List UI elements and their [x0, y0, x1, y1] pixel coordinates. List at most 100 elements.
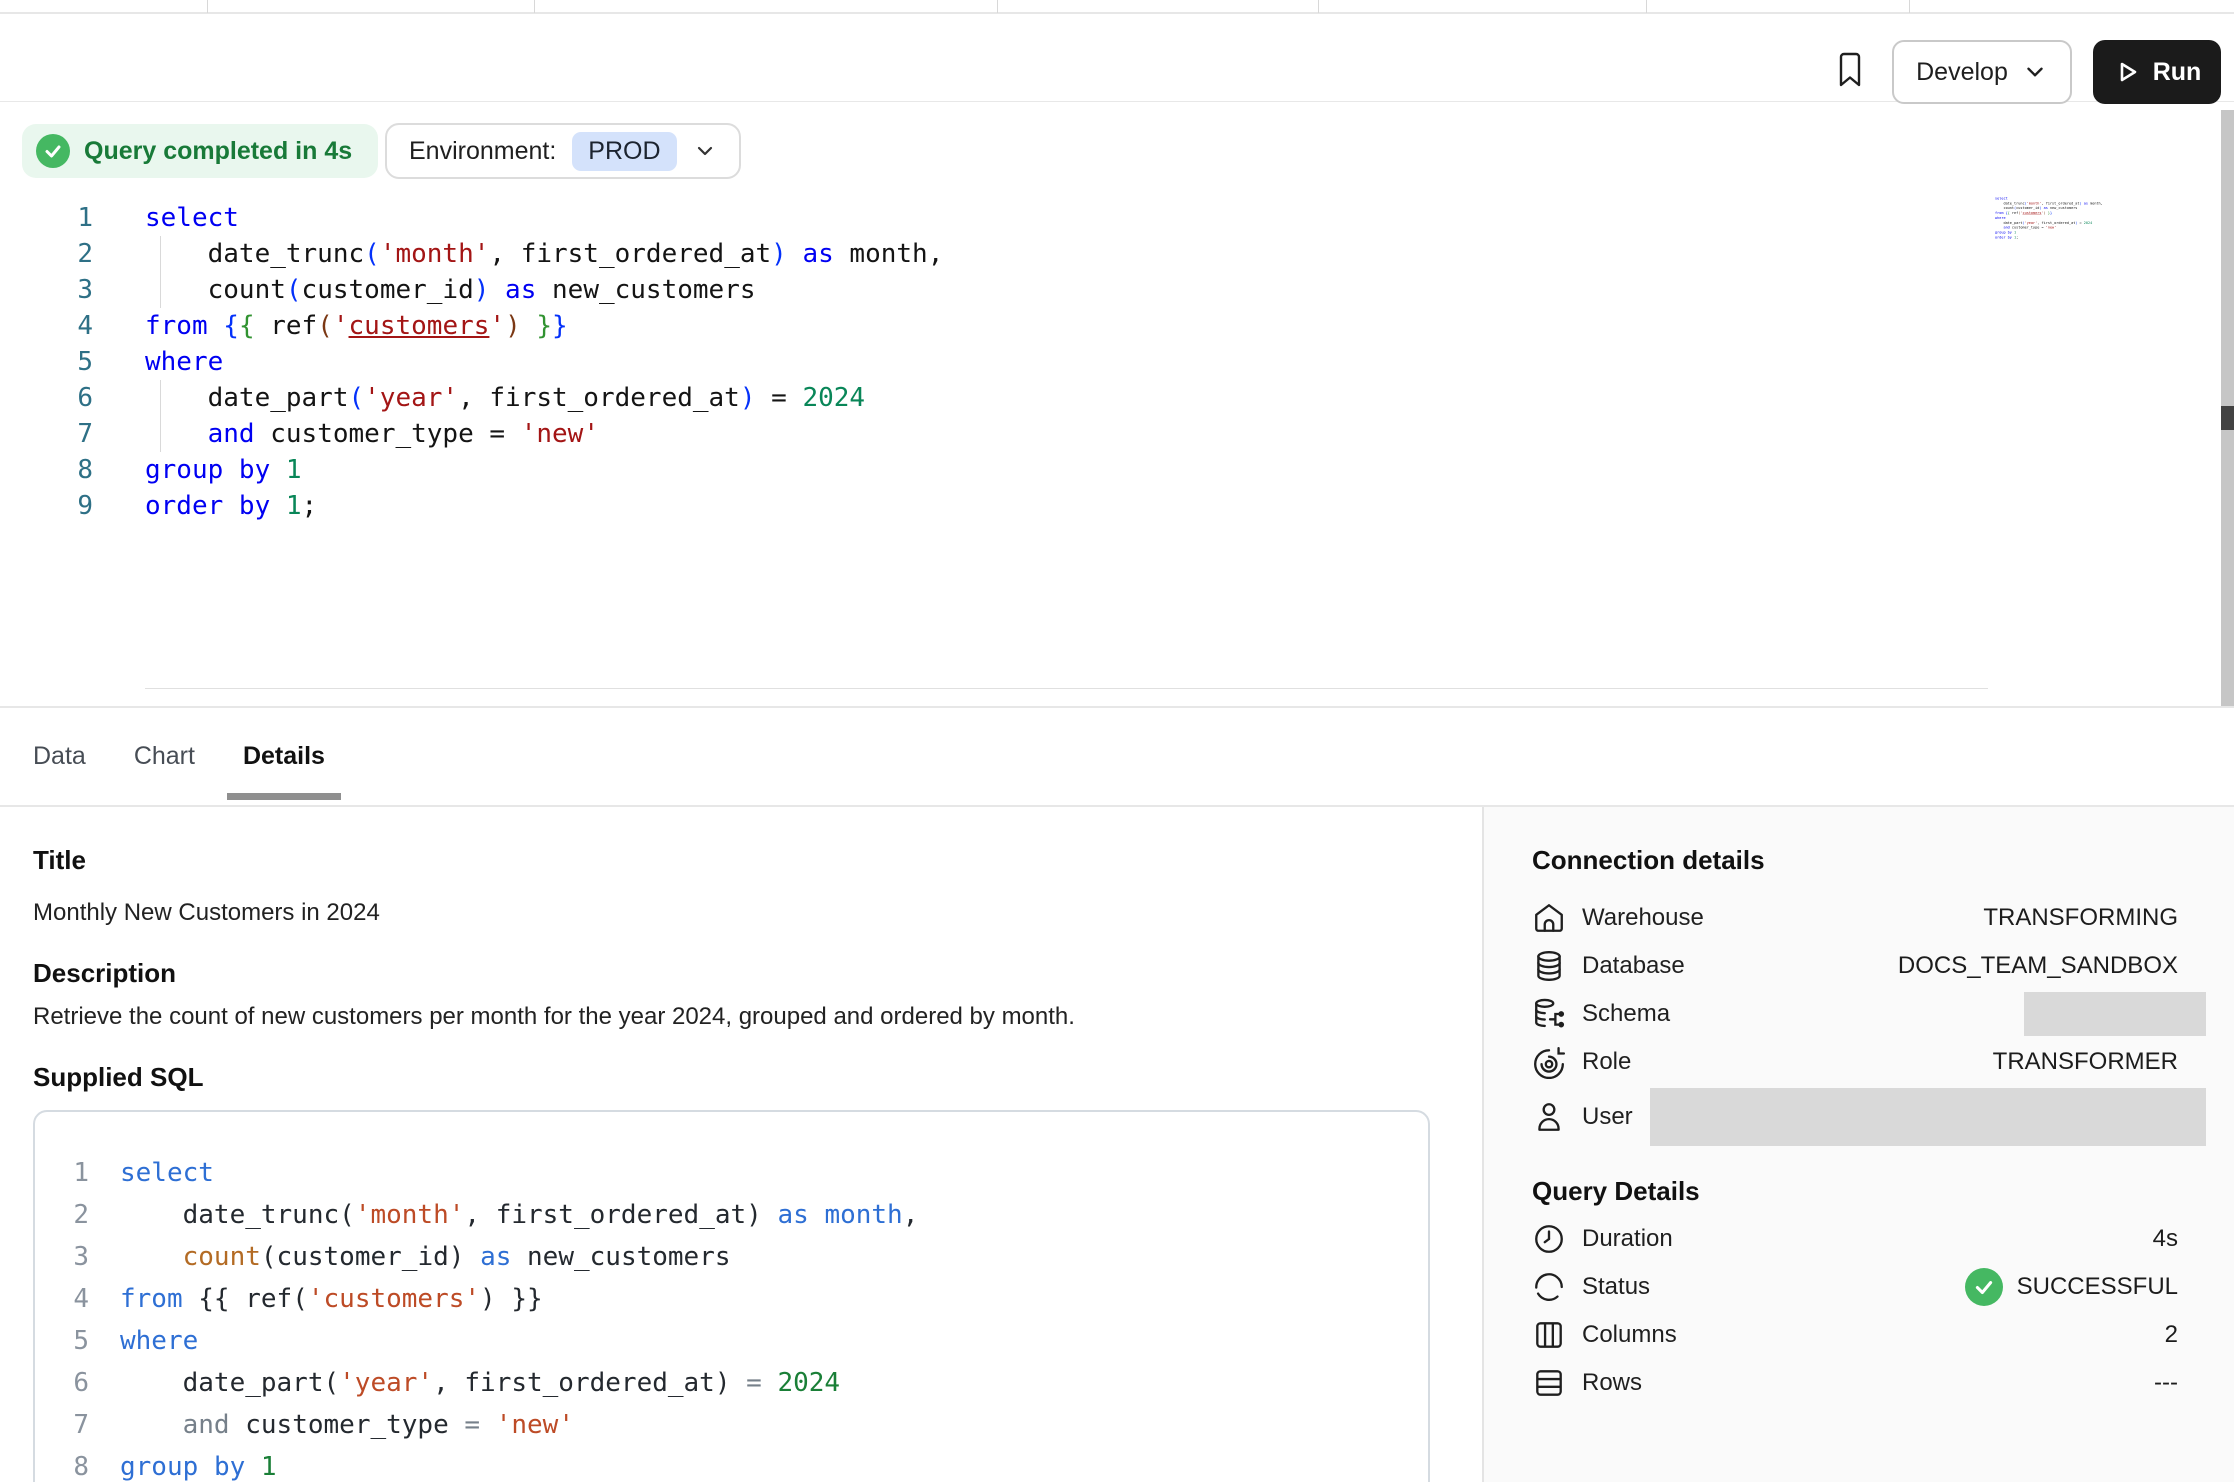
- columns-label: Columns: [1582, 1321, 1677, 1349]
- tab-divider: [1909, 0, 1910, 13]
- warehouse-value: TRANSFORMING: [1983, 904, 2178, 932]
- code-line: 5where: [71, 1320, 1392, 1362]
- tab-divider: [1318, 0, 1319, 13]
- code-line: 2 date_trunc('month', first_ordered_at) …: [71, 1194, 1392, 1236]
- user-row: User: [1532, 1086, 2206, 1148]
- schema-row: Schema: [1532, 990, 2206, 1038]
- line-number: 2: [71, 1194, 89, 1236]
- query-status-pill: Query completed in 4s: [22, 124, 378, 178]
- line-number: 5: [71, 1320, 89, 1362]
- line-number: 8: [0, 452, 93, 488]
- develop-label: Develop: [1916, 58, 2008, 87]
- description-heading: Description: [33, 958, 176, 989]
- line-number: 7: [71, 1404, 89, 1446]
- play-icon: [2113, 58, 2141, 86]
- user-label: User: [1582, 1103, 1633, 1131]
- top-tab-strip: [0, 0, 2234, 14]
- title-heading: Title: [33, 845, 86, 876]
- line-number: 5: [0, 344, 93, 380]
- tab-chart[interactable]: Chart: [134, 708, 195, 805]
- tab-data[interactable]: Data: [33, 708, 86, 805]
- run-button[interactable]: Run: [2093, 40, 2221, 104]
- tab-divider: [1646, 0, 1647, 13]
- tab-divider: [534, 0, 535, 13]
- line-number: 4: [0, 308, 93, 344]
- supplied-sql-heading: Supplied SQL: [33, 1062, 203, 1093]
- status-icon: [1532, 1270, 1566, 1304]
- code-line: 2 date_trunc('month', first_ordered_at) …: [0, 236, 2218, 272]
- environment-label: Environment:: [409, 137, 556, 166]
- rows-icon: [1532, 1366, 1566, 1400]
- environment-dropdown[interactable]: Environment: PROD: [385, 123, 741, 179]
- warehouse-row: Warehouse TRANSFORMING: [1532, 894, 2206, 942]
- warehouse-icon: [1532, 901, 1566, 935]
- connection-details-heading: Connection details: [1532, 845, 2206, 876]
- develop-dropdown-button[interactable]: Develop: [1892, 40, 2072, 104]
- bookmark-button[interactable]: [1829, 46, 1871, 94]
- duration-icon: [1532, 1222, 1566, 1256]
- code-line: 8group by 1: [71, 1446, 1392, 1482]
- code-line: 9order by 1;: [0, 488, 2218, 524]
- code-line: 3 count(customer_id) as new_customers: [0, 272, 2218, 308]
- role-row: Role TRANSFORMER: [1532, 1038, 2206, 1086]
- minimap[interactable]: select date_trunc('month', first_ordered…: [1995, 196, 2105, 256]
- results-tab-bar: Data Chart Details: [0, 706, 2234, 807]
- status-value: SUCCESSFUL: [1965, 1268, 2178, 1306]
- database-row: DatabaseDOCS_TEAM_SANDBOX: [1532, 942, 2206, 990]
- columns-value: 2: [2165, 1321, 2178, 1349]
- code-line: 1select: [0, 200, 2218, 236]
- connection-panel: Connection details Warehouse TRANSFORMING…: [1482, 807, 2234, 1482]
- role-icon: [1532, 1045, 1566, 1079]
- indent-guide: [160, 380, 161, 452]
- tab-details[interactable]: Details: [243, 708, 325, 805]
- line-number: 3: [0, 272, 93, 308]
- code-line: order by 1;: [1995, 235, 2105, 240]
- line-number: 2: [0, 236, 93, 272]
- chevron-down-icon: [2022, 59, 2048, 85]
- supplied-sql-code: 1select2 date_trunc('month', first_order…: [71, 1152, 1392, 1482]
- supplied-sql-card: 1select2 date_trunc('month', first_order…: [33, 1110, 1430, 1482]
- description-value: Retrieve the count of new customers per …: [33, 1003, 1075, 1031]
- line-number: 4: [71, 1278, 89, 1320]
- duration-row: Duration 4s: [1532, 1215, 2206, 1263]
- vertical-scrollbar[interactable]: [2221, 110, 2234, 706]
- role-value: TRANSFORMER: [1993, 1048, 2178, 1076]
- line-number: 1: [0, 200, 93, 236]
- duration-value: 4s: [2153, 1225, 2178, 1253]
- line-number: 8: [71, 1446, 89, 1482]
- database-value: DOCS_TEAM_SANDBOX: [1898, 952, 2178, 980]
- line-number: 6: [71, 1362, 89, 1404]
- user-icon: [1532, 1100, 1566, 1134]
- line-number: 1: [71, 1152, 89, 1194]
- code-line: 4from {{ ref('customers') }}: [71, 1278, 1392, 1320]
- environment-value-pill: PROD: [572, 132, 676, 171]
- rows-row: Rows---: [1532, 1359, 2206, 1407]
- warehouse-label: Warehouse: [1582, 904, 1704, 932]
- status-label: Status: [1582, 1273, 1650, 1301]
- tab-divider: [997, 0, 998, 13]
- schema-redacted-value: [2024, 992, 2206, 1036]
- code-line: 7 and customer_type = 'new': [0, 416, 2218, 452]
- line-number: 9: [0, 488, 93, 524]
- rows-label: Rows: [1582, 1369, 1642, 1397]
- query-details-heading: Query Details: [1532, 1176, 2206, 1207]
- code-line: 3 count(customer_id) as new_customers: [71, 1236, 1392, 1278]
- editor-code: 1select2 date_trunc('month', first_order…: [0, 200, 2218, 524]
- scrollbar-thumb[interactable]: [2221, 406, 2234, 430]
- check-circle-icon: [36, 134, 70, 168]
- code-line: 6 date_part('year', first_ordered_at) = …: [0, 380, 2218, 416]
- role-label: Role: [1582, 1048, 1631, 1076]
- chevron-down-icon: [693, 139, 717, 163]
- duration-label: Duration: [1582, 1225, 1673, 1253]
- columns-row: Columns 2: [1532, 1311, 2206, 1359]
- bookmark-icon: [1834, 50, 1866, 90]
- status-row: Status SUCCESSFUL: [1532, 1263, 2206, 1311]
- query-status-text: Query completed in 4s: [84, 137, 352, 166]
- user-redacted-value: [1650, 1088, 2206, 1146]
- indent-guide: [160, 236, 161, 308]
- code-line: 8group by 1: [0, 452, 2218, 488]
- line-number: 3: [71, 1236, 89, 1278]
- sql-editor[interactable]: 1select2 date_trunc('month', first_order…: [0, 200, 2218, 706]
- title-value: Monthly New Customers in 2024: [33, 899, 380, 927]
- code-line: 6 date_part('year', first_ordered_at) = …: [71, 1362, 1392, 1404]
